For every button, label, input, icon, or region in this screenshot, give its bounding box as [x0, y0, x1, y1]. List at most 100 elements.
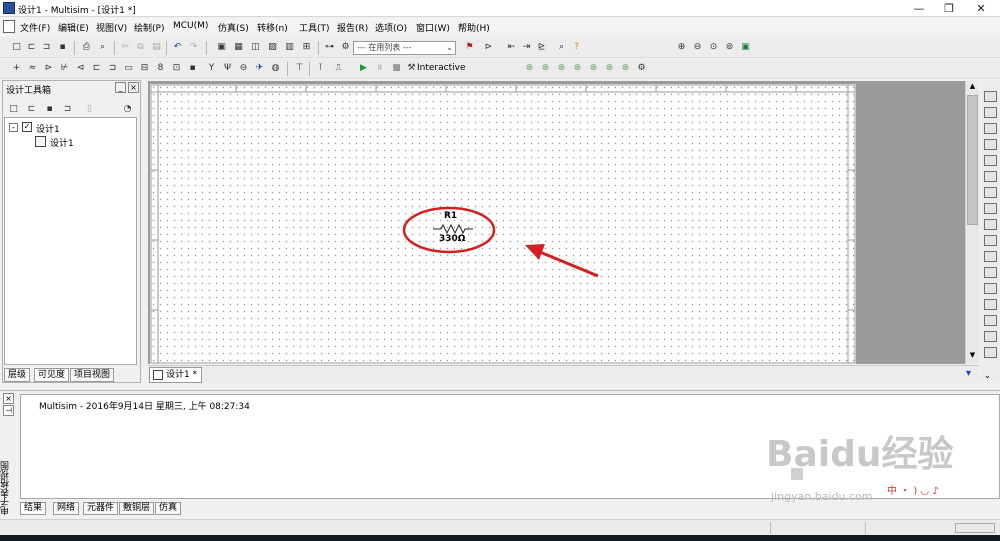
diode-icon[interactable]: ⊳: [42, 62, 55, 75]
zoom-sheet-icon[interactable]: ⊚: [723, 41, 736, 54]
tab-hierarchy[interactable]: 层级: [4, 368, 31, 382]
hierarchy-icon[interactable]: ⊶: [323, 41, 336, 54]
document-icon[interactable]: [3, 20, 15, 33]
menu-simulate[interactable]: 仿真(S): [218, 21, 249, 34]
stop-icon[interactable]: ■: [390, 62, 403, 75]
panel-icon[interactable]: ◫: [249, 41, 262, 54]
maximize-button[interactable]: ❐: [934, 0, 964, 17]
mcu-icon[interactable]: ◍: [269, 62, 282, 75]
multimeter-icon[interactable]: [984, 91, 997, 102]
probe-power-icon[interactable]: ⊛: [555, 62, 568, 75]
fullscreen-icon[interactable]: ▣: [739, 41, 752, 54]
source-icon[interactable]: +: [10, 62, 23, 75]
probe-digital-icon[interactable]: ⊛: [603, 62, 616, 75]
iv-analyzer-icon[interactable]: [984, 251, 997, 262]
print-preview-icon[interactable]: ⌕: [96, 41, 109, 54]
agilent-multimeter-icon[interactable]: [984, 331, 997, 342]
close-panel-button[interactable]: ×: [128, 82, 139, 93]
zoom-area-icon[interactable]: ⊙: [707, 41, 720, 54]
connector-icon[interactable]: ⎍: [332, 62, 345, 75]
tab-copper-layers[interactable]: 敷铜层: [119, 502, 155, 515]
spreadsheet-icon[interactable]: ▥: [283, 41, 296, 54]
minimize-button[interactable]: —: [904, 0, 934, 17]
menu-edit[interactable]: 编辑(E): [58, 21, 89, 34]
search-icon[interactable]: ⌕: [555, 41, 568, 54]
tab-menu-icon[interactable]: ▾: [966, 368, 971, 379]
pin-output-button[interactable]: ⊣: [3, 405, 14, 416]
tab-simulation[interactable]: 仿真: [155, 502, 182, 515]
open-icon[interactable]: ⊏: [25, 41, 38, 54]
menu-mcu[interactable]: MCU(M): [173, 21, 208, 31]
tab-project-view[interactable]: 项目视图: [70, 368, 115, 382]
paste-icon[interactable]: ▤: [150, 41, 163, 54]
wattmeter-icon[interactable]: [984, 123, 997, 134]
distortion-analyzer-icon[interactable]: [984, 267, 997, 278]
new-icon[interactable]: □: [10, 41, 23, 54]
rf-icon[interactable]: Ψ: [221, 62, 234, 75]
back-annotate-icon[interactable]: ⇤: [505, 41, 518, 54]
basic-icon[interactable]: ≈: [26, 62, 39, 75]
analog-icon[interactable]: ⊲: [74, 62, 87, 75]
probe-voltage-icon[interactable]: ⊛: [523, 62, 536, 75]
view-toggle-icon[interactable]: ▣: [215, 41, 228, 54]
menu-place[interactable]: 绘制(P): [134, 21, 164, 34]
bus-icon[interactable]: ⊺: [314, 62, 327, 75]
menu-tools[interactable]: 工具(T): [299, 21, 330, 34]
scroll-up-icon[interactable]: ▲: [967, 82, 978, 92]
cut-icon[interactable]: ✂: [119, 41, 132, 54]
hierarchical-block-icon[interactable]: ⊤: [293, 62, 306, 75]
open-design-icon[interactable]: ⊏: [25, 103, 38, 116]
menu-view[interactable]: 视图(V): [96, 21, 127, 34]
probe-icon[interactable]: ⊳: [482, 41, 495, 54]
network-analyzer-icon[interactable]: [984, 299, 997, 310]
four-channel-oscilloscope-icon[interactable]: [984, 155, 997, 166]
agilent-generator-icon[interactable]: [984, 315, 997, 326]
menu-help[interactable]: 帮助(H): [458, 21, 490, 34]
close-design-icon[interactable]: ⊐: [61, 103, 74, 116]
save-icon[interactable]: ▪: [56, 41, 69, 54]
probe-ref-icon[interactable]: ⊛: [587, 62, 600, 75]
ttl-icon[interactable]: ⊏: [90, 62, 103, 75]
indicator-icon[interactable]: 8: [154, 62, 167, 75]
function-generator-icon[interactable]: [984, 107, 997, 118]
copy-icon[interactable]: ⧉: [134, 41, 147, 54]
probe-diff-icon[interactable]: ⊛: [571, 62, 584, 75]
tree-child-item[interactable]: 设计1: [50, 136, 74, 149]
pause-icon[interactable]: ॥: [373, 62, 386, 75]
erc-icon[interactable]: ⚑: [463, 41, 476, 54]
grid-icon[interactable]: ▦: [232, 41, 245, 54]
probe-current-icon[interactable]: ⊛: [539, 62, 552, 75]
misc-icon[interactable]: ▪: [186, 62, 199, 75]
transistor-icon[interactable]: ⊬: [58, 62, 71, 75]
help-icon[interactable]: ?: [570, 41, 583, 54]
menu-window[interactable]: 窗口(W): [416, 21, 450, 34]
tab-design1[interactable]: 设计1 *: [149, 367, 203, 383]
database-icon[interactable]: ⊞: [300, 41, 313, 54]
grapher-icon[interactable]: ▨: [266, 41, 279, 54]
menu-file[interactable]: 文件(F): [20, 21, 50, 34]
forward-annotate-icon[interactable]: ⇥: [520, 41, 533, 54]
scroll-down-icon[interactable]: ▼: [967, 351, 978, 361]
tab-nets[interactable]: 网络: [53, 502, 80, 515]
undo-icon[interactable]: ↶: [171, 41, 184, 54]
probe-other-icon[interactable]: ⊛: [619, 62, 632, 75]
open-folder-icon[interactable]: ⊐: [40, 41, 53, 54]
ladder-icon[interactable]: ✈: [253, 62, 266, 75]
toolbar-more-icon[interactable]: ⌄: [984, 371, 991, 380]
menu-reports[interactable]: 报告(R): [337, 21, 368, 34]
tab-components[interactable]: 元器件: [83, 502, 119, 515]
resistor-symbol[interactable]: [433, 224, 473, 234]
tab-visibility[interactable]: 可见度: [34, 368, 70, 382]
frequency-counter-icon[interactable]: [984, 187, 997, 198]
checkbox-icon[interactable]: ✓: [22, 122, 32, 132]
scroll-thumb[interactable]: [967, 95, 978, 225]
tektronix-oscilloscope-icon[interactable]: [984, 347, 997, 358]
schematic-icon[interactable]: ◔: [121, 103, 134, 116]
bode-plotter-icon[interactable]: [984, 171, 997, 182]
zoom-out-icon[interactable]: ⊖: [691, 41, 704, 54]
save-design-icon[interactable]: ▪: [43, 103, 56, 116]
in-use-list-select[interactable]: --- 在用列表 --- ⌄: [353, 41, 456, 55]
word-generator-icon[interactable]: [984, 203, 997, 214]
cmos-icon[interactable]: ⊐: [106, 62, 119, 75]
close-output-button[interactable]: ×: [3, 393, 14, 404]
